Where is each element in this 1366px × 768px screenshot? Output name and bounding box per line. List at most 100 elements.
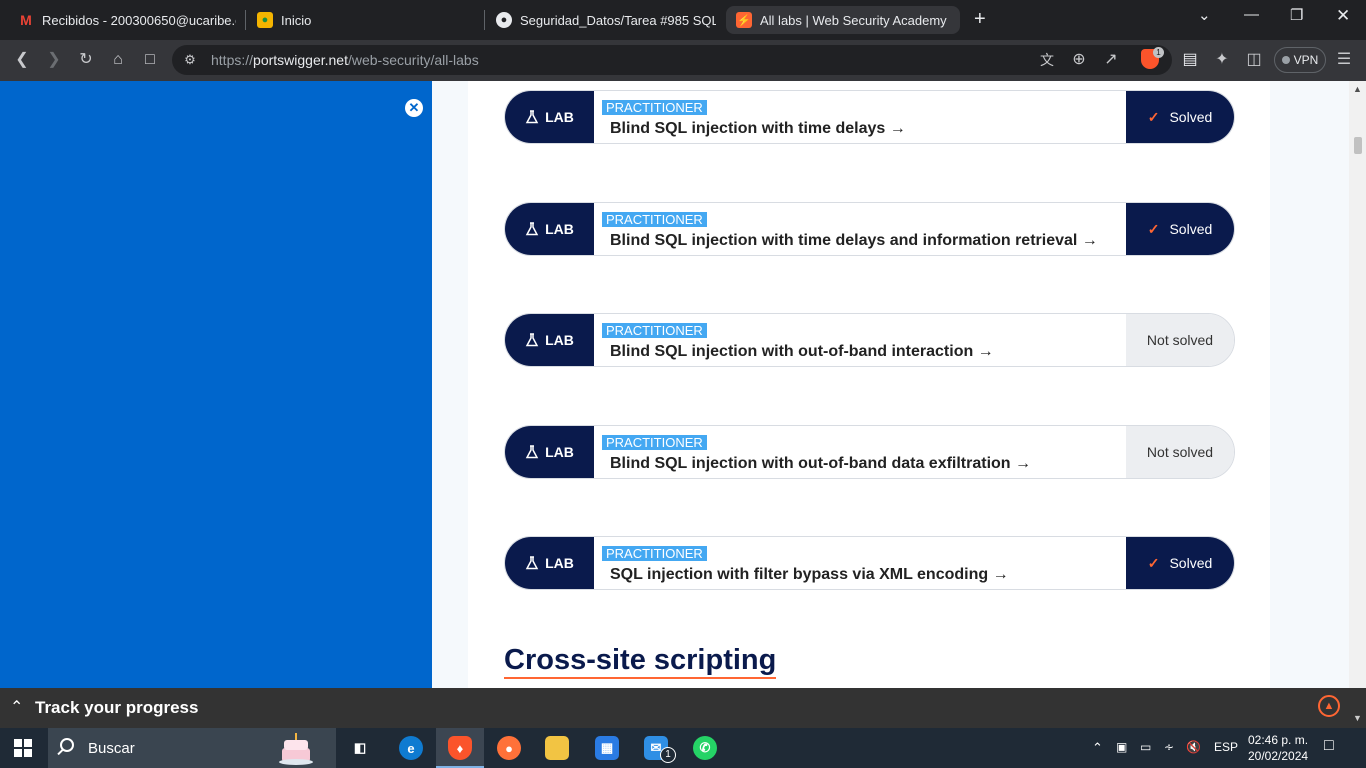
lab-tag: LAB (505, 314, 594, 366)
zoom-icon[interactable]: ⊕ (1069, 50, 1089, 70)
lab-status-label: Solved (1169, 221, 1213, 237)
tab-github[interactable]: ● Seguridad_Datos/Tarea #985 SQLInje (496, 6, 716, 34)
tab-title: Recibidos - 200300650@ucaribe.edu (42, 12, 236, 28)
language-indicator[interactable]: ESP (1214, 740, 1238, 754)
back-icon[interactable]: ❮ (12, 50, 32, 70)
meet-now-icon[interactable]: ▣ (1116, 740, 1127, 754)
lab-status-label: Solved (1169, 555, 1213, 571)
wifi-icon[interactable]: ∻ (1164, 740, 1174, 754)
forward-icon[interactable]: ❯ (44, 50, 64, 70)
taskbar-clock[interactable]: 02:46 p. m. 20/02/2024 (1248, 732, 1308, 764)
page-viewport: ✕ LAB PRACTITIONER Blind SQL injection wit… (0, 81, 1366, 688)
birthday-cake-icon (279, 733, 313, 765)
lab-tag: LAB (505, 537, 594, 589)
vpn-label: VPN (1293, 53, 1319, 67)
lab-row[interactable]: LAB PRACTITIONER Blind SQL injection with … (504, 90, 1235, 144)
file-explorer-icon[interactable] (545, 736, 569, 760)
whatsapp-icon[interactable]: ✆ (693, 736, 717, 760)
battery-icon[interactable]: ▭ (1140, 740, 1151, 754)
flask-icon (525, 333, 539, 347)
lab-row[interactable]: LAB PRACTITIONER Blind SQL injection with … (504, 202, 1235, 256)
tab-search-chevron-icon[interactable]: ⌄ (1198, 6, 1211, 24)
lab-row[interactable]: LAB PRACTITIONER Blind SQL injection with … (504, 313, 1235, 367)
chevron-up-icon[interactable]: ⌃ (10, 697, 23, 717)
close-icon[interactable]: ✕ (405, 99, 423, 117)
windows-start-icon[interactable] (14, 739, 32, 757)
scroll-thumb[interactable] (1354, 137, 1362, 154)
lab-row[interactable]: LAB PRACTITIONER SQL injection with filter… (504, 536, 1235, 590)
share-icon[interactable]: ↗ (1101, 50, 1121, 70)
close-window-button[interactable]: ✕ (1336, 6, 1350, 26)
taskbar-search-box[interactable]: Buscar (48, 728, 336, 768)
lab-tag: LAB (505, 426, 594, 478)
flask-icon (525, 110, 539, 124)
tray-chevron-icon[interactable]: ⌃ (1092, 740, 1103, 756)
search-icon (60, 738, 74, 752)
shields-count-badge: 1 (1153, 47, 1164, 58)
track-progress-bar[interactable]: ⌃ Track your progress ▲ ▼ (0, 688, 1366, 728)
task-view-icon[interactable]: ◧ (348, 736, 372, 760)
scroll-up-arrow-icon[interactable]: ▲ (1353, 84, 1362, 94)
side-panel: ✕ (0, 81, 432, 688)
site-settings-icon[interactable]: ⚙ (180, 50, 200, 70)
minimize-button[interactable]: — (1244, 6, 1259, 23)
sidebar-toggle-icon[interactable]: ◫ (1244, 50, 1264, 70)
page-scrollbar[interactable]: ▲ (1349, 81, 1366, 688)
firefox-icon[interactable]: ● (497, 736, 521, 760)
browser-toolbar: ❮ ❯ ↻ ⌂ □ ⚙ https://portswigger.net/web-… (0, 40, 1366, 81)
lab-status-label: Not solved (1146, 444, 1214, 460)
flask-icon (525, 556, 539, 570)
scroll-down-arrow-icon[interactable]: ▼ (1353, 713, 1362, 723)
vpn-button[interactable]: VPN (1274, 47, 1326, 73)
lab-title-link[interactable]: Blind SQL injection with time delays and… (610, 232, 1098, 250)
lab-tag: LAB (505, 91, 594, 143)
tab-divider (484, 10, 485, 30)
volume-muted-icon[interactable]: 🔇 (1186, 740, 1201, 754)
restore-button[interactable]: ❐ (1290, 6, 1303, 24)
content-column (468, 81, 1270, 688)
new-tab-button[interactable]: + (974, 9, 986, 29)
lab-status-label: Not solved (1146, 332, 1214, 348)
scroll-to-top-icon[interactable]: ▲ (1318, 695, 1340, 717)
close-tab-icon[interactable]: ✕ (959, 11, 960, 29)
track-progress-label: Track your progress (35, 698, 199, 717)
practitioner-badge: PRACTITIONER (602, 212, 707, 227)
lab-title-link[interactable]: Blind SQL injection with out-of-band int… (610, 343, 994, 361)
lab-status-badge: ✓ Solved (1126, 203, 1234, 255)
tab-inicio[interactable]: ● Inicio (257, 6, 457, 34)
lab-tag-label: LAB (545, 444, 574, 460)
lab-title-link[interactable]: Blind SQL injection with time delays → (610, 120, 906, 138)
clock-time: 02:46 p. m. (1248, 733, 1309, 747)
lab-tag: LAB (505, 203, 594, 255)
translate-icon[interactable]: 文 (1037, 50, 1057, 70)
lab-status-label: Solved (1169, 109, 1213, 125)
classroom-icon: ● (257, 12, 273, 28)
mail-badge: 1 (660, 747, 676, 763)
practitioner-badge: PRACTITIONER (602, 546, 707, 561)
lab-title-link[interactable]: SQL injection with filter bypass via XML… (610, 566, 1009, 584)
microsoft-store-icon[interactable]: ▦ (595, 736, 619, 760)
home-icon[interactable]: ⌂ (108, 50, 128, 70)
menu-icon[interactable]: ☰ (1334, 50, 1354, 70)
search-placeholder: Buscar (88, 740, 135, 757)
address-bar[interactable]: ⚙ https://portswigger.net/web-security/a… (172, 45, 1172, 75)
reload-icon[interactable]: ↻ (76, 50, 96, 70)
bookmark-icon[interactable]: □ (140, 50, 160, 70)
notifications-icon[interactable]: □ (1324, 737, 1334, 755)
check-icon: ✓ (1147, 220, 1160, 237)
tab-gmail[interactable]: M Recibidos - 200300650@ucaribe.edu (18, 6, 236, 34)
lab-title-link[interactable]: Blind SQL injection with out-of-band dat… (610, 455, 1031, 473)
lab-tag-label: LAB (545, 555, 574, 571)
extensions-icon[interactable]: ✦ (1212, 50, 1232, 70)
tab-all-labs[interactable]: ⚡ All labs | Web Security Academy ✕ (726, 6, 960, 34)
brave-icon[interactable]: ♦ (448, 736, 472, 760)
url-path: /web-security/all-labs (347, 52, 479, 68)
tab-strip: M Recibidos - 200300650@ucaribe.edu ● In… (0, 0, 1366, 40)
lab-row[interactable]: LAB PRACTITIONER Blind SQL injection with … (504, 425, 1235, 479)
lab-status-badge: ✓ Solved (1126, 91, 1234, 143)
tab-title: All labs | Web Security Academy (760, 12, 947, 28)
flask-icon (525, 222, 539, 236)
lab-status-badge: Not solved (1126, 426, 1234, 478)
edge-icon[interactable]: e (399, 736, 423, 760)
wallet-icon[interactable]: ▤ (1180, 50, 1200, 70)
